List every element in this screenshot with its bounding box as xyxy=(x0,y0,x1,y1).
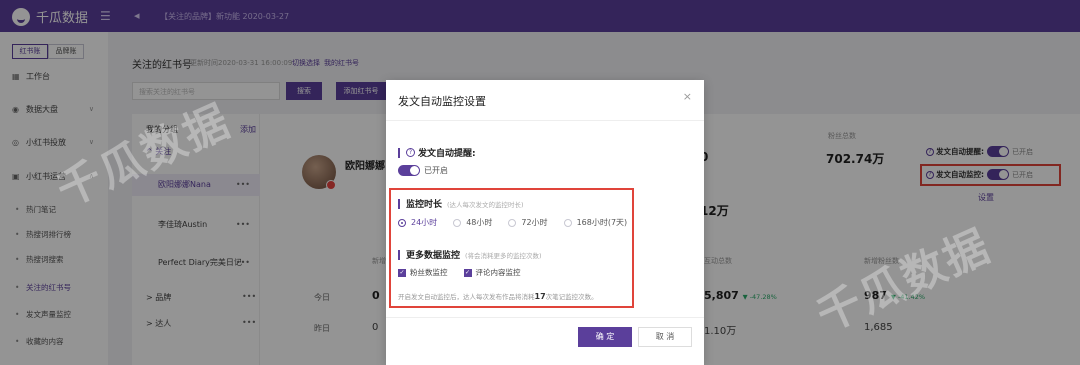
remind-switch-row: 已开启 xyxy=(398,165,448,176)
section-bar xyxy=(398,147,400,158)
remind-title: 发文自动提醒: xyxy=(418,149,476,159)
cancel-button[interactable]: 取 消 xyxy=(638,327,692,347)
remind-switch[interactable] xyxy=(398,165,420,176)
confirm-button[interactable]: 确 定 xyxy=(578,327,632,347)
dialog-title: 发文自动监控设置 xyxy=(398,95,486,108)
help-icon[interactable]: ? xyxy=(406,148,415,157)
remind-state: 已开启 xyxy=(424,166,448,175)
remind-section-title: ? 发文自动提醒: xyxy=(398,146,476,159)
divider xyxy=(386,317,704,318)
close-icon[interactable]: × xyxy=(683,90,692,103)
highlight-box xyxy=(389,188,634,308)
divider xyxy=(386,120,704,121)
